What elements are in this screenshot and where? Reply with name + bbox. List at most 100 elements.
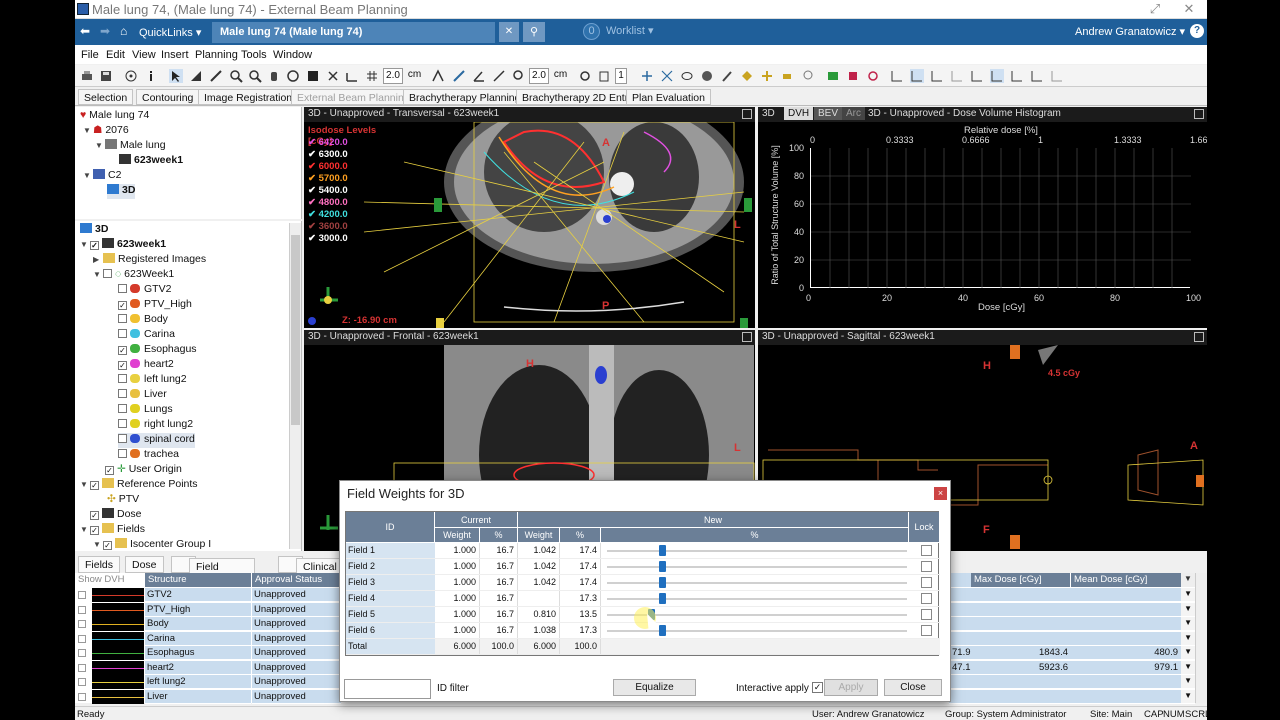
isodose-level[interactable]: ✔ 6300.0 xyxy=(308,149,348,160)
menu-tools[interactable]: Tools xyxy=(241,49,267,61)
row-dropdown-icon[interactable]: ▼ xyxy=(1181,660,1195,675)
tree-isocenter-group[interactable]: ▼ ✓ Isocenter Group I xyxy=(93,538,211,553)
dvh-icon-5[interactable] xyxy=(970,69,984,83)
tree-structure-esophagus[interactable]: ✓ Esophagus xyxy=(118,343,197,358)
row-dropdown-icon[interactable]: ▼ xyxy=(1181,602,1195,617)
tree-structure-gtv2[interactable]: GTV2 xyxy=(118,283,171,298)
tree-structure-carina[interactable]: Carina xyxy=(118,328,175,343)
isodose-level[interactable]: ✔ 4200.0 xyxy=(308,209,348,220)
patient-tab[interactable]: Male lung 74 (Male lung 74) xyxy=(212,22,495,43)
weight-slider-track[interactable] xyxy=(607,582,907,584)
tree-user-origin[interactable]: ✓ ✛ User Origin xyxy=(105,463,182,478)
grid-square-icon[interactable] xyxy=(306,69,320,83)
tree-structure-trachea[interactable]: trachea xyxy=(118,448,179,463)
tree-image-male-lung[interactable]: ▼ Male lung xyxy=(95,139,166,154)
erase-icon[interactable] xyxy=(780,69,794,83)
target-cross-icon[interactable] xyxy=(866,69,880,83)
field-nw-cell[interactable] xyxy=(518,591,560,606)
structure-visibility-checkbox[interactable] xyxy=(118,389,127,398)
move-icon[interactable] xyxy=(640,69,654,83)
table-row[interactable]: GTV2 Unapproved xyxy=(75,588,341,603)
tab-field-alignments[interactable]: Field Alignments xyxy=(171,556,255,585)
crosshair-icon[interactable] xyxy=(326,69,340,83)
measure-icon[interactable] xyxy=(209,69,223,83)
copy-icon[interactable] xyxy=(597,69,611,83)
lock-checkbox[interactable] xyxy=(921,561,932,572)
info-icon[interactable] xyxy=(144,69,158,83)
tab-dose[interactable]: Dose xyxy=(125,556,164,573)
cube-icon[interactable] xyxy=(846,69,860,83)
equalize-button[interactable]: Equalize xyxy=(613,679,696,696)
weight-slider-thumb[interactable] xyxy=(659,577,667,588)
table-row[interactable]: ▼ xyxy=(949,689,1207,705)
weight-slider-track[interactable] xyxy=(607,630,907,632)
maximize-icon[interactable] xyxy=(742,332,752,342)
show-dvh-checkbox[interactable] xyxy=(78,678,86,686)
isodose-level[interactable]: ✔ 6420.0 xyxy=(308,137,348,148)
quicklinks-menu[interactable]: QuickLinks ▾ xyxy=(139,26,201,39)
field-nw-cell[interactable]: 0.810 xyxy=(518,607,560,622)
isodose-level[interactable]: ✔ 3000.0 xyxy=(308,233,348,244)
add-point-icon[interactable] xyxy=(760,69,774,83)
show-dvh-checkbox[interactable] xyxy=(78,620,86,628)
task-selection[interactable]: Selection xyxy=(78,89,134,105)
fill-icon[interactable] xyxy=(740,69,754,83)
worklist-menu[interactable]: 0 Worklist ▾ xyxy=(583,23,654,40)
dvh-icon-3[interactable] xyxy=(930,69,944,83)
structure-visibility-checkbox[interactable] xyxy=(118,374,127,383)
field-row[interactable]: Field 3 1.000 16.7 1.042 17.4 xyxy=(346,575,940,591)
task-plan-evaluation[interactable]: Plan Evaluation xyxy=(626,89,711,105)
table-row[interactable]: heart2 Unapproved xyxy=(75,660,341,676)
weight-slider-thumb[interactable] xyxy=(658,625,666,636)
structure-visibility-checkbox[interactable] xyxy=(118,329,127,338)
tree-structure-liver[interactable]: Liver xyxy=(118,388,167,403)
close-patient-button[interactable]: ✕ xyxy=(499,22,519,42)
dialog-close-icon[interactable]: × xyxy=(934,487,947,500)
tree-reference-points[interactable]: ▼ ✓ Reference Points xyxy=(80,478,198,493)
back-arrow-icon[interactable]: ⬅ xyxy=(80,24,90,38)
rotate-icon[interactable] xyxy=(286,69,300,83)
table-row[interactable]: Esophagus Unapproved xyxy=(75,646,341,661)
line-icon[interactable] xyxy=(492,69,506,83)
menu-insert[interactable]: Insert xyxy=(161,49,189,61)
help-icon[interactable]: ? xyxy=(1190,24,1204,38)
lock-checkbox[interactable] xyxy=(921,609,932,620)
print-icon[interactable] xyxy=(80,69,94,83)
table-row[interactable]: ▼ xyxy=(949,588,1207,603)
task-brachytherapy-2d-entry[interactable]: Brachytherapy 2D Entry xyxy=(516,89,640,105)
dvh-icon-8[interactable] xyxy=(1030,69,1044,83)
row-dropdown-icon[interactable]: ▼ xyxy=(1181,631,1195,646)
tree-patient[interactable]: ♥ Male lung 74 xyxy=(80,109,149,124)
table-row[interactable]: Carina Unapproved xyxy=(75,631,341,647)
task-contouring[interactable]: Contouring xyxy=(136,89,200,105)
maximize-icon[interactable] xyxy=(742,109,752,119)
field-nw-cell[interactable]: 1.042 xyxy=(518,575,560,590)
field-nw-cell[interactable]: 1.042 xyxy=(518,559,560,574)
maximize-icon[interactable] xyxy=(1194,332,1204,342)
tree-structure-heart2[interactable]: ✓ heart2 xyxy=(118,358,174,373)
dvh-tab-arc[interactable]: Arc xyxy=(842,107,865,120)
magnifier-icon[interactable] xyxy=(512,69,526,83)
show-dvh-checkbox[interactable] xyxy=(78,605,86,614)
dropdown-arrow-icon[interactable]: ▼ xyxy=(1181,573,1195,587)
dvh-tab-bev[interactable]: BEV xyxy=(814,107,843,120)
tab-clinical-goals[interactable]: Clinical G xyxy=(278,556,344,585)
eye-icon[interactable] xyxy=(680,69,694,83)
brush-icon[interactable] xyxy=(720,69,734,83)
zoom-out-icon[interactable] xyxy=(248,69,262,83)
sphere-icon[interactable] xyxy=(700,69,714,83)
window-level-icon[interactable] xyxy=(189,69,203,83)
grid-icon[interactable] xyxy=(365,69,379,83)
structure-visibility-checkbox[interactable]: ✓ xyxy=(118,301,127,310)
table-row[interactable]: left lung2 Unapproved xyxy=(75,675,341,690)
dvh-tab-3d[interactable]: 3D xyxy=(762,108,775,119)
interactive-apply-checkbox[interactable]: ✓ xyxy=(812,682,823,693)
weight-slider-track[interactable] xyxy=(607,566,907,568)
field-nw-cell[interactable]: 1.038 xyxy=(518,623,560,638)
dose-table-scrollbar[interactable] xyxy=(1195,573,1207,703)
tab-fields[interactable]: Fields xyxy=(78,556,121,573)
pointer-icon[interactable] xyxy=(169,69,183,83)
lock-checkbox[interactable] xyxy=(921,545,932,556)
id-filter-input[interactable] xyxy=(344,679,431,699)
table-row[interactable]: Body Unapproved xyxy=(75,617,341,632)
